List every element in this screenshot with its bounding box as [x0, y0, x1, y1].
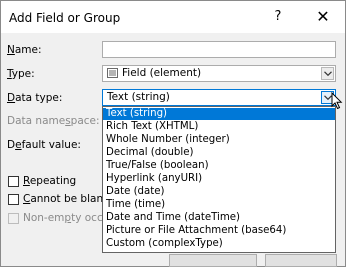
data-type-combobox[interactable]: Text (string) — [102, 89, 336, 106]
dropdown-item-custom[interactable]: Custom (complexType) — [103, 238, 335, 250]
help-button[interactable]: ? — [267, 5, 289, 29]
cannot-be-blank-label: Cannot be blan — [23, 193, 104, 205]
title-bar: Add Field or Group ? ✕ — [1, 1, 345, 33]
name-label: Name: — [7, 44, 42, 56]
type-label: Type: — [7, 68, 35, 80]
type-value-text: Field (element) — [122, 67, 202, 79]
data-type-dropdown-list: Text (string) Rich Text (XHTML) Whole Nu… — [102, 106, 336, 253]
type-dropdown-button[interactable] — [321, 67, 334, 80]
add-field-dialog: Add Field or Group ? ✕ Name: Type: Field… — [0, 0, 346, 267]
non-empty-label: Non-empty occu — [23, 212, 110, 224]
dropdown-item-picture-attachment[interactable]: Picture or File Attachment (base64) — [103, 225, 335, 237]
dropdown-item-hyperlink[interactable]: Hyperlink (anyURI) — [103, 173, 335, 185]
chevron-down-icon — [324, 71, 332, 77]
cancel-button[interactable] — [265, 254, 337, 267]
data-type-value: Text (string) — [107, 91, 170, 103]
dropdown-item-whole-number[interactable]: Whole Number (integer) — [103, 134, 335, 146]
name-input[interactable] — [102, 41, 336, 58]
type-value: Field (element) — [107, 67, 201, 79]
repeating-label: Repeating — [23, 175, 77, 187]
dropdown-item-date-time[interactable]: Date and Time (dateTime) — [103, 212, 335, 224]
type-combobox[interactable]: Field (element) — [102, 65, 336, 82]
close-button[interactable]: ✕ — [311, 5, 335, 29]
dialog-title: Add Field or Group — [9, 11, 121, 25]
dropdown-item-rich-text[interactable]: Rich Text (XHTML) — [103, 121, 335, 133]
field-element-icon — [107, 68, 118, 78]
dropdown-item-time[interactable]: Time (time) — [103, 199, 335, 211]
ok-button[interactable] — [169, 254, 257, 267]
dropdown-item-decimal[interactable]: Decimal (double) — [103, 147, 335, 159]
cannot-be-blank-checkbox[interactable] — [8, 194, 19, 205]
non-empty-checkbox — [8, 213, 19, 224]
data-type-label: Data type: — [7, 92, 63, 104]
dropdown-item-date[interactable]: Date (date) — [103, 186, 335, 198]
mouse-pointer-icon — [331, 92, 343, 110]
repeating-checkbox[interactable] — [8, 176, 19, 187]
default-value-label: Default value: — [7, 139, 81, 151]
data-namespace-label: Data namespace: — [7, 115, 100, 127]
dropdown-item-boolean[interactable]: True/False (boolean) — [103, 160, 335, 172]
dropdown-item-text-string[interactable]: Text (string) — [103, 108, 335, 120]
